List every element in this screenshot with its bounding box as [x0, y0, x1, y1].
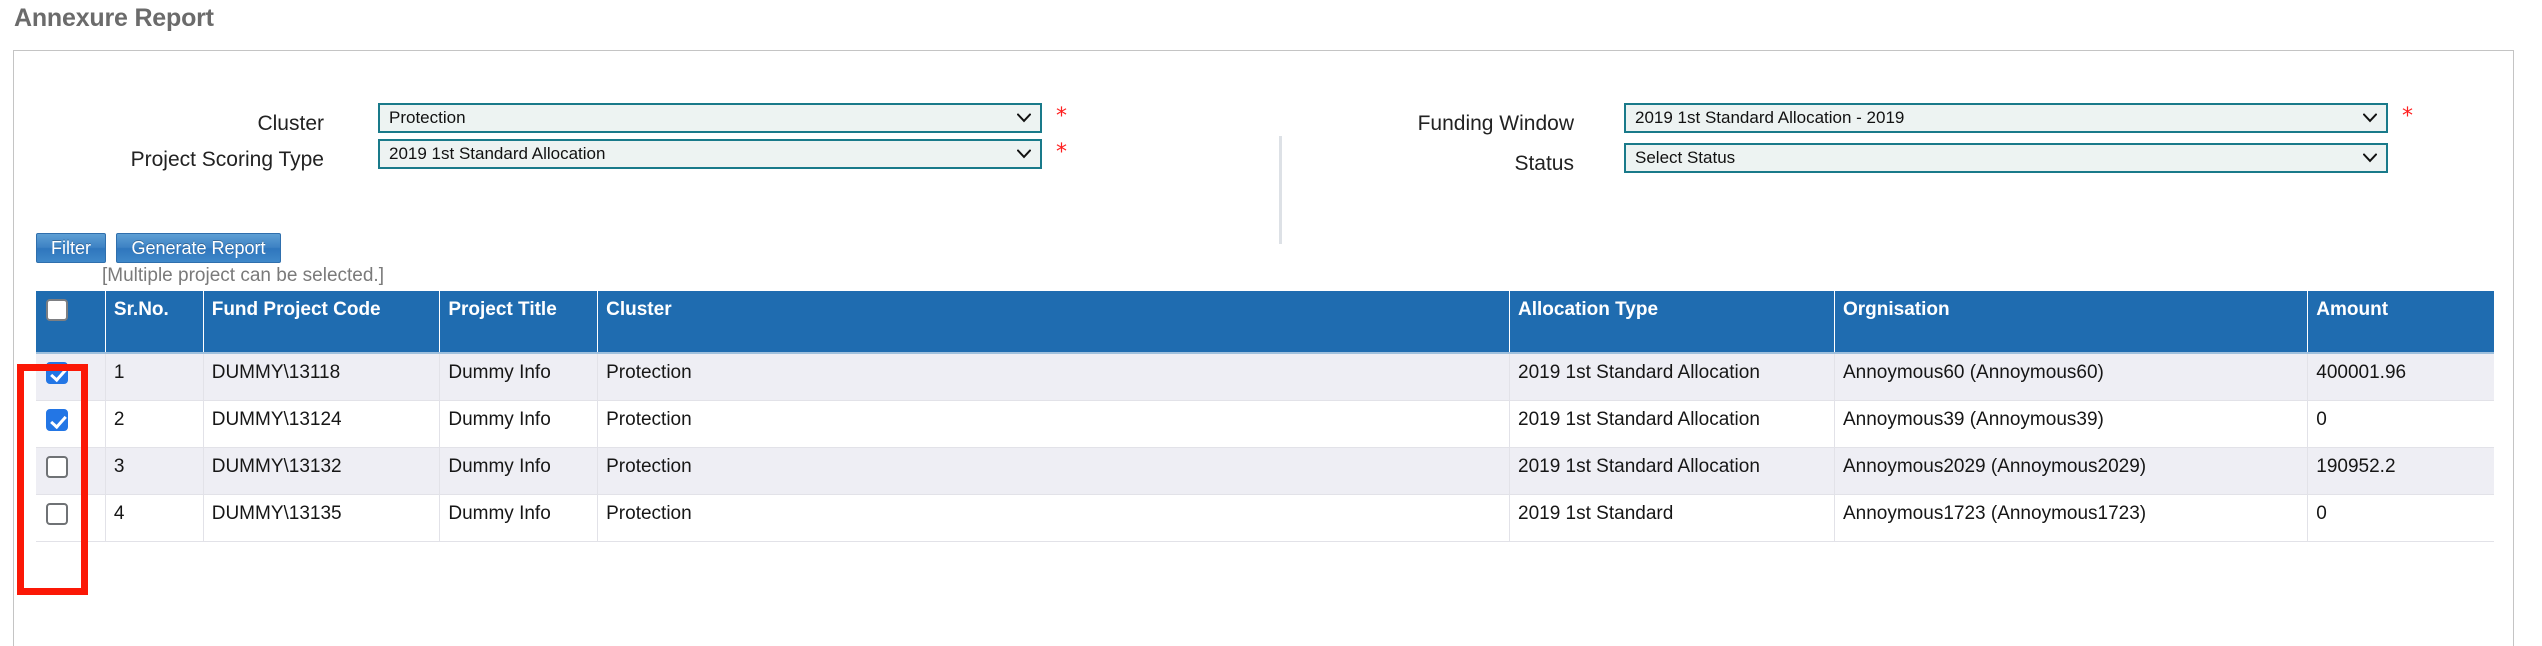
report-panel: Cluster Protection * Project Scoring Typ… — [13, 50, 2514, 646]
page-title: Annexure Report — [14, 4, 214, 32]
row-select-checkbox[interactable] — [46, 455, 68, 478]
cluster-select[interactable]: Protection — [378, 103, 1042, 133]
column-header-project-title[interactable]: Project Title — [439, 291, 599, 354]
table-row[interactable]: 1 DUMMY\13118 Dummy Info Protection 2019… — [36, 353, 2494, 401]
filter-form: Cluster Protection * Project Scoring Typ… — [14, 51, 2513, 244]
cell-srno: 1 — [105, 353, 204, 401]
cell-orgnisation: Annoymous39 (Annoymous39) — [1834, 400, 2309, 448]
cell-orgnisation: Annoymous1723 (Annoymous1723) — [1834, 494, 2309, 542]
cell-amount: 190952.2 — [2307, 447, 2494, 495]
table-body: 1 DUMMY\13118 Dummy Info Protection 2019… — [36, 353, 2494, 542]
multiple-selection-hint: [Multiple project can be selected.] — [102, 265, 384, 286]
row-select-checkbox[interactable] — [46, 502, 68, 525]
cell-fund-project-code: DUMMY\13118 — [203, 353, 441, 401]
cell-cluster: Protection — [597, 447, 1510, 495]
cluster-required-marker: * — [1056, 104, 1067, 129]
project-scoring-type-select-value: 2019 1st Standard Allocation — [389, 144, 606, 163]
row-checkbox-cell[interactable] — [36, 353, 106, 401]
cell-cluster: Protection — [597, 400, 1510, 448]
cell-srno: 3 — [105, 447, 204, 495]
cell-project-title: Dummy Info — [439, 400, 599, 448]
cell-allocation-type: 2019 1st Standard Allocation — [1509, 400, 1835, 448]
annexure-report-table: Sr.No. Fund Project Code Project Title C… — [36, 291, 2494, 542]
cell-project-title: Dummy Info — [439, 494, 599, 542]
chevron-down-icon — [2363, 153, 2377, 163]
funding-window-required-marker: * — [2402, 104, 2413, 129]
cell-amount: 0 — [2307, 494, 2494, 542]
generate-report-button[interactable]: Generate Report — [116, 233, 281, 263]
table-row[interactable]: 4 DUMMY\13135 Dummy Info Protection 2019… — [36, 494, 2494, 542]
cell-allocation-type: 2019 1st Standard — [1509, 494, 1835, 542]
row-checkbox-cell[interactable] — [36, 494, 106, 542]
cell-cluster: Protection — [597, 494, 1510, 542]
funding-window-select-value: 2019 1st Standard Allocation - 2019 — [1635, 108, 1905, 127]
cell-srno: 4 — [105, 494, 204, 542]
status-select[interactable]: Select Status — [1624, 143, 2388, 173]
filter-button[interactable]: Filter — [36, 233, 106, 263]
select-all-checkbox[interactable] — [46, 299, 68, 321]
chevron-down-icon — [1017, 149, 1031, 159]
cell-amount: 0 — [2307, 400, 2494, 448]
chevron-down-icon — [2363, 113, 2377, 123]
cluster-select-value: Protection — [389, 108, 466, 127]
select-all-header[interactable] — [36, 291, 106, 354]
row-checkbox-cell[interactable] — [36, 400, 106, 448]
cell-allocation-type: 2019 1st Standard Allocation — [1509, 447, 1835, 495]
column-header-cluster[interactable]: Cluster — [597, 291, 1510, 354]
column-header-amount[interactable]: Amount — [2307, 291, 2494, 354]
row-select-checkbox[interactable] — [46, 408, 68, 431]
project-scoring-type-select[interactable]: 2019 1st Standard Allocation — [378, 139, 1042, 169]
column-header-fund-project-code[interactable]: Fund Project Code — [203, 291, 441, 354]
status-label: Status — [1514, 152, 1574, 175]
cell-project-title: Dummy Info — [439, 447, 599, 495]
row-checkbox-cell[interactable] — [36, 447, 106, 495]
cell-project-title: Dummy Info — [439, 353, 599, 401]
form-column-divider — [1279, 136, 1282, 244]
cell-allocation-type: 2019 1st Standard Allocation — [1509, 353, 1835, 401]
funding-window-select[interactable]: 2019 1st Standard Allocation - 2019 — [1624, 103, 2388, 133]
cell-orgnisation: Annoymous60 (Annoymous60) — [1834, 353, 2309, 401]
column-header-srno[interactable]: Sr.No. — [105, 291, 204, 354]
status-select-value: Select Status — [1635, 148, 1736, 167]
project-scoring-type-label: Project Scoring Type — [130, 148, 324, 171]
cell-orgnisation: Annoymous2029 (Annoymous2029) — [1834, 447, 2309, 495]
column-header-orgnisation[interactable]: Orgnisation — [1834, 291, 2309, 354]
table-row[interactable]: 2 DUMMY\13124 Dummy Info Protection 2019… — [36, 400, 2494, 448]
cell-amount: 400001.96 — [2307, 353, 2494, 401]
funding-window-label: Funding Window — [1417, 112, 1574, 135]
cluster-label: Cluster — [257, 112, 324, 135]
column-header-allocation-type[interactable]: Allocation Type — [1509, 291, 1835, 354]
cell-srno: 2 — [105, 400, 204, 448]
action-bar: Filter Generate Report — [36, 233, 287, 263]
cell-fund-project-code: DUMMY\13124 — [203, 400, 441, 448]
cell-fund-project-code: DUMMY\13135 — [203, 494, 441, 542]
row-select-checkbox[interactable] — [46, 362, 68, 384]
table-row[interactable]: 3 DUMMY\13132 Dummy Info Protection 2019… — [36, 447, 2494, 495]
cell-fund-project-code: DUMMY\13132 — [203, 447, 441, 495]
project-scoring-type-required-marker: * — [1056, 140, 1067, 165]
table-header-row: Sr.No. Fund Project Code Project Title C… — [36, 291, 2494, 354]
chevron-down-icon — [1017, 113, 1031, 123]
cell-cluster: Protection — [597, 353, 1510, 401]
